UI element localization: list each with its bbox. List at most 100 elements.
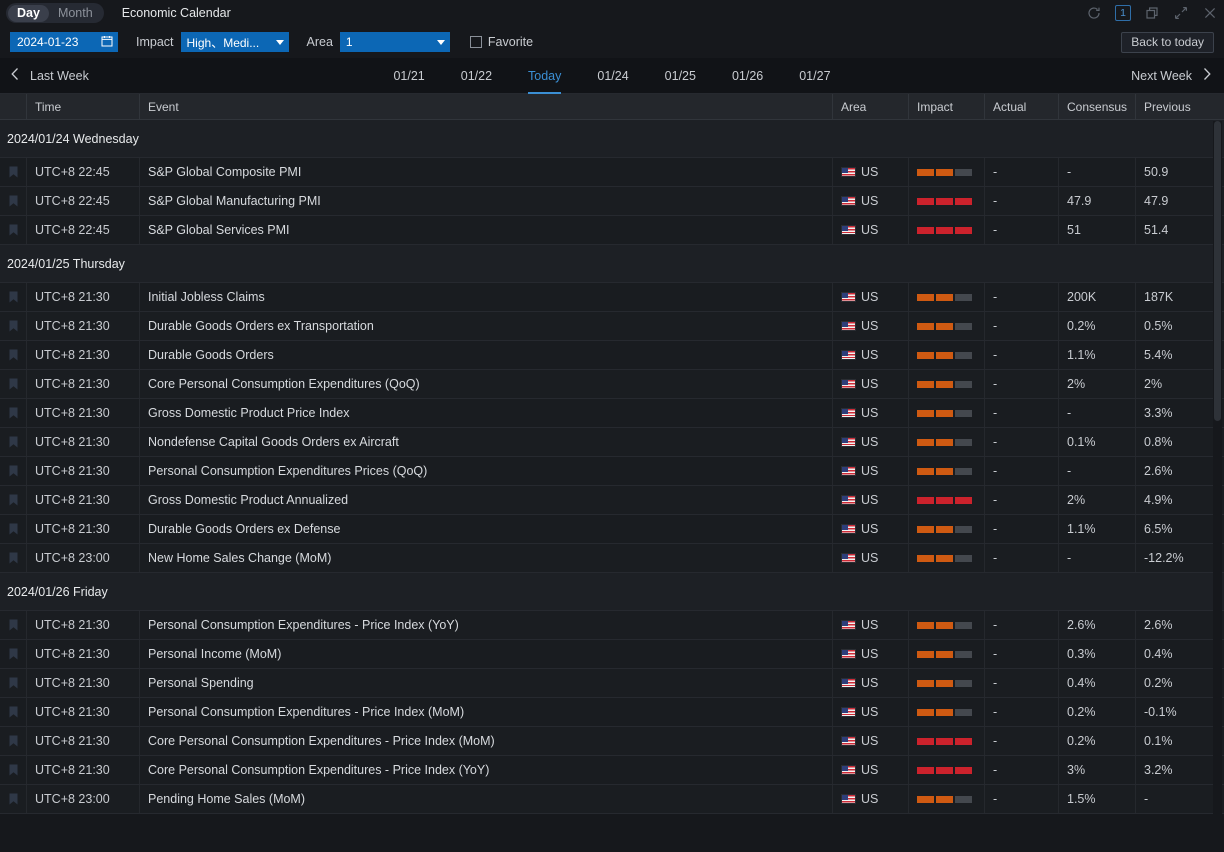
- day-tab-today[interactable]: Today: [510, 58, 579, 94]
- bookmark-icon[interactable]: [0, 428, 27, 456]
- refresh-icon[interactable]: [1086, 5, 1102, 21]
- day-tab-0124[interactable]: 01/24: [579, 58, 646, 94]
- bookmark-icon[interactable]: [0, 698, 27, 726]
- cell-time: UTC+8 21:30: [27, 428, 140, 456]
- table-row[interactable]: UTC+8 21:30Initial Jobless ClaimsUS-200K…: [0, 283, 1224, 312]
- table-row[interactable]: UTC+8 21:30Personal Income (MoM)US-0.3%0…: [0, 640, 1224, 669]
- bookmark-icon[interactable]: [0, 187, 27, 215]
- cell-time: UTC+8 21:30: [27, 341, 140, 369]
- cell-previous: -0.1%: [1136, 698, 1212, 726]
- cell-consensus: -: [1059, 158, 1136, 186]
- bookmark-icon[interactable]: [0, 158, 27, 186]
- cell-consensus: 3%: [1059, 756, 1136, 784]
- back-to-today-button[interactable]: Back to today: [1121, 32, 1214, 53]
- cell-impact: [909, 486, 985, 514]
- column-header-previous: Previous: [1136, 94, 1212, 120]
- bookmark-icon[interactable]: [0, 727, 27, 755]
- date-picker[interactable]: 2024-01-23: [10, 32, 118, 52]
- bookmark-icon[interactable]: [0, 216, 27, 244]
- day-tab-0122[interactable]: 01/22: [443, 58, 510, 94]
- table-row[interactable]: UTC+8 21:30Gross Domestic Product Annual…: [0, 486, 1224, 515]
- cell-event: Core Personal Consumption Expenditures (…: [140, 370, 833, 398]
- impact-bars-medium: [917, 651, 972, 658]
- cell-impact: [909, 457, 985, 485]
- cell-event: S&P Global Services PMI: [140, 216, 833, 244]
- bookmark-icon[interactable]: [0, 640, 27, 668]
- bookmark-icon[interactable]: [0, 611, 27, 639]
- table-row[interactable]: UTC+8 21:30Personal SpendingUS-0.4%0.2%: [0, 669, 1224, 698]
- table-row[interactable]: UTC+8 21:30Personal Consumption Expendit…: [0, 698, 1224, 727]
- table-row[interactable]: UTC+8 21:30Nondefense Capital Goods Orde…: [0, 428, 1224, 457]
- us-flag-icon: [841, 495, 856, 505]
- column-header-consensus: Consensus: [1059, 94, 1136, 120]
- restore-window-icon[interactable]: [1144, 5, 1160, 21]
- bookmark-icon[interactable]: [0, 669, 27, 697]
- table-row[interactable]: UTC+8 21:30Durable Goods Orders ex Trans…: [0, 312, 1224, 341]
- cell-area: US: [833, 428, 909, 456]
- us-flag-icon: [841, 437, 856, 447]
- us-flag-icon: [841, 167, 856, 177]
- view-mode-segmented-control[interactable]: Day Month: [6, 3, 104, 23]
- bookmark-icon[interactable]: [0, 486, 27, 514]
- day-tab-0121[interactable]: 01/21: [375, 58, 442, 94]
- cell-time: UTC+8 23:00: [27, 785, 140, 813]
- bookmark-icon[interactable]: [0, 544, 27, 572]
- impact-bars-high: [917, 767, 972, 774]
- cell-time: UTC+8 21:30: [27, 457, 140, 485]
- expand-icon[interactable]: [1173, 5, 1189, 21]
- favorite-checkbox[interactable]: [470, 36, 482, 48]
- bookmark-icon[interactable]: [0, 283, 27, 311]
- scrollbar-thumb[interactable]: [1214, 121, 1221, 421]
- table-row[interactable]: UTC+8 22:45S&P Global Manufacturing PMIU…: [0, 187, 1224, 216]
- close-icon[interactable]: [1202, 5, 1218, 21]
- cell-previous: 2.6%: [1136, 611, 1212, 639]
- cell-consensus: 0.2%: [1059, 698, 1136, 726]
- table-row[interactable]: UTC+8 21:30Personal Consumption Expendit…: [0, 611, 1224, 640]
- day-group-header: 2024/01/24 Wednesday: [0, 120, 1224, 158]
- us-flag-icon: [841, 736, 856, 746]
- cell-consensus: 2%: [1059, 370, 1136, 398]
- bookmark-icon[interactable]: [0, 370, 27, 398]
- favorite-filter-toggle[interactable]: Favorite: [470, 35, 533, 49]
- day-tab-0127[interactable]: 01/27: [781, 58, 848, 94]
- table-row[interactable]: UTC+8 21:30Core Personal Consumption Exp…: [0, 727, 1224, 756]
- cell-event: Durable Goods Orders ex Defense: [140, 515, 833, 543]
- cell-impact: [909, 611, 985, 639]
- table-row[interactable]: UTC+8 21:30Core Personal Consumption Exp…: [0, 370, 1224, 399]
- window-controls: 1: [1086, 0, 1218, 26]
- next-week-button[interactable]: Next Week: [1131, 67, 1212, 84]
- cell-event: Personal Income (MoM): [140, 640, 833, 668]
- table-row[interactable]: UTC+8 21:30Gross Domestic Product Price …: [0, 399, 1224, 428]
- cell-actual: -: [985, 428, 1059, 456]
- table-row[interactable]: UTC+8 23:00Pending Home Sales (MoM)US-1.…: [0, 785, 1224, 814]
- vertical-scrollbar[interactable]: [1213, 121, 1222, 830]
- table-row[interactable]: UTC+8 21:30Durable Goods OrdersUS-1.1%5.…: [0, 341, 1224, 370]
- chevron-down-icon: [437, 40, 445, 45]
- bookmark-icon[interactable]: [0, 756, 27, 784]
- day-tab-0126[interactable]: 01/26: [714, 58, 781, 94]
- bookmark-icon[interactable]: [0, 515, 27, 543]
- tab-month[interactable]: Month: [49, 5, 102, 22]
- day-tab-0125[interactable]: 01/25: [647, 58, 714, 94]
- tab-day[interactable]: Day: [8, 5, 49, 22]
- bookmark-icon[interactable]: [0, 457, 27, 485]
- chevron-right-icon: [1202, 67, 1212, 84]
- cell-event: Personal Consumption Expenditures - Pric…: [140, 698, 833, 726]
- bookmark-icon[interactable]: [0, 785, 27, 813]
- table-row[interactable]: UTC+8 21:30Personal Consumption Expendit…: [0, 457, 1224, 486]
- cell-consensus: 2%: [1059, 486, 1136, 514]
- cell-area: US: [833, 785, 909, 813]
- bookmark-icon[interactable]: [0, 312, 27, 340]
- table-row[interactable]: UTC+8 22:45S&P Global Services PMIUS-515…: [0, 216, 1224, 245]
- bookmark-icon[interactable]: [0, 399, 27, 427]
- impact-filter-select[interactable]: High、Medi...: [181, 32, 289, 52]
- table-row[interactable]: UTC+8 21:30Core Personal Consumption Exp…: [0, 756, 1224, 785]
- bookmark-icon[interactable]: [0, 341, 27, 369]
- table-row[interactable]: UTC+8 21:30Durable Goods Orders ex Defen…: [0, 515, 1224, 544]
- table-row[interactable]: UTC+8 23:00New Home Sales Change (MoM)US…: [0, 544, 1224, 573]
- cell-consensus: -: [1059, 457, 1136, 485]
- page-count-badge[interactable]: 1: [1115, 5, 1131, 21]
- area-filter-select[interactable]: 1: [340, 32, 450, 52]
- table-row[interactable]: UTC+8 22:45S&P Global Composite PMIUS--5…: [0, 158, 1224, 187]
- area-label: US: [861, 676, 878, 690]
